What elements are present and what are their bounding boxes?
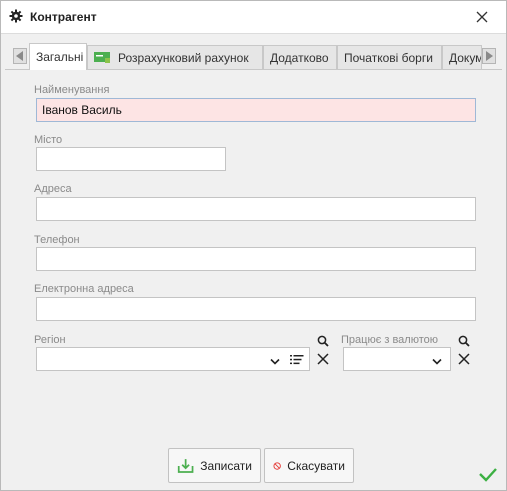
- close-icon: [476, 11, 488, 23]
- arrow-right-icon: [486, 51, 493, 61]
- tab-general[interactable]: Загальні: [29, 43, 87, 70]
- arrow-left-icon: [16, 51, 23, 61]
- tab-label: Початкові борги: [344, 50, 433, 65]
- general-tab-panel: Найменування Іванов Василь Місто Адреса …: [5, 69, 502, 440]
- currency-label: Працює з валютою: [341, 334, 439, 346]
- tab-scroll-left-button[interactable]: [13, 48, 27, 64]
- checkmark-icon[interactable]: [478, 464, 498, 484]
- region-label: Регіон: [34, 334, 66, 346]
- clear-icon: [317, 353, 329, 365]
- tab-additional[interactable]: Додатково: [263, 45, 337, 69]
- clear-icon: [458, 353, 470, 365]
- tab-bank-account[interactable]: Розрахунковий рахунок: [87, 45, 263, 69]
- tab-initial-debts[interactable]: Початкові борги: [337, 45, 442, 69]
- phone-label: Телефон: [34, 234, 80, 246]
- tab-scroll-right-button[interactable]: [482, 48, 496, 64]
- address-field[interactable]: [36, 197, 476, 221]
- address-label: Адреса: [34, 183, 72, 195]
- window-title: Контрагент: [30, 10, 97, 24]
- cancel-button[interactable]: Скасувати: [264, 448, 354, 483]
- region-clear-button[interactable]: [315, 351, 331, 367]
- title-bar: Контрагент: [1, 1, 506, 34]
- name-value: Іванов Василь: [42, 103, 122, 117]
- email-field[interactable]: [36, 297, 476, 321]
- city-label: Місто: [34, 134, 63, 146]
- region-search-button[interactable]: [315, 333, 331, 349]
- close-button[interactable]: [471, 7, 493, 27]
- tab-label: Докум: [449, 50, 482, 65]
- currency-select[interactable]: [343, 347, 451, 371]
- tab-bar: Загальні Розрахунковий рахунок Додатково…: [1, 43, 506, 70]
- tab-documents[interactable]: Докум: [442, 45, 482, 69]
- region-select[interactable]: [36, 347, 310, 371]
- name-field[interactable]: Іванов Василь: [36, 98, 476, 122]
- bank-account-icon: [94, 52, 110, 63]
- cancel-label: Скасувати: [287, 458, 345, 473]
- chevron-down-icon[interactable]: [270, 355, 280, 369]
- email-label: Електронна адреса: [34, 283, 134, 295]
- city-field[interactable]: [36, 147, 226, 171]
- search-icon: [317, 335, 329, 347]
- name-label: Найменування: [34, 84, 110, 96]
- gear-icon: [9, 9, 23, 23]
- currency-clear-button[interactable]: [456, 351, 472, 367]
- save-download-icon: [177, 458, 194, 473]
- save-label: Записати: [200, 458, 252, 473]
- phone-field[interactable]: [36, 247, 476, 271]
- tab-label: Додатково: [270, 50, 329, 65]
- search-icon: [458, 335, 470, 347]
- cancel-icon: [273, 461, 281, 470]
- currency-search-button[interactable]: [456, 333, 472, 349]
- list-icon[interactable]: [290, 354, 304, 368]
- tab-label: Загальні: [36, 50, 84, 64]
- tab-label: Розрахунковий рахунок: [118, 50, 249, 65]
- chevron-down-icon[interactable]: [432, 355, 442, 369]
- save-button[interactable]: Записати: [168, 448, 261, 483]
- dialog-window: Контрагент Загальні Розрахунковий рахуно…: [0, 0, 507, 491]
